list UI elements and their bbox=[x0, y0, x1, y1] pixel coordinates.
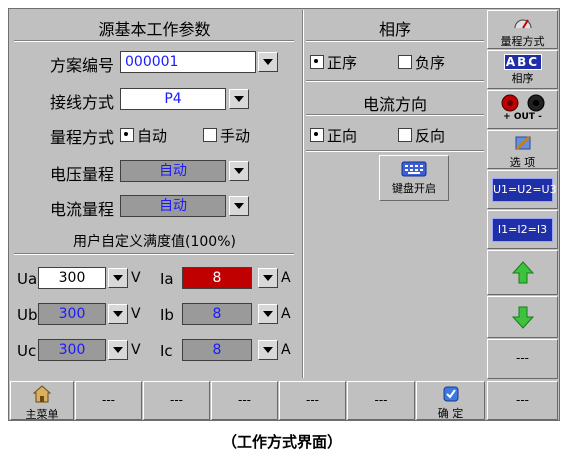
range-mode-label: 量程方式 bbox=[50, 128, 115, 147]
voltage-range-label: 电压量程 bbox=[50, 165, 115, 184]
u-equal-button[interactable]: U1=U2=U3 bbox=[487, 170, 558, 209]
ia-label: Ia bbox=[160, 270, 174, 288]
down-button[interactable] bbox=[487, 296, 558, 338]
gauge-icon bbox=[514, 19, 531, 29]
ua-unit: V bbox=[131, 270, 141, 286]
i-equal-button[interactable]: I1=I2=I3 bbox=[487, 210, 558, 249]
divider bbox=[306, 80, 484, 82]
main-menu-button[interactable]: 主菜单 bbox=[10, 381, 74, 421]
left-panel-title: 源基本工作参数 bbox=[98, 20, 211, 39]
ia-input[interactable]: 8 bbox=[182, 267, 252, 289]
divider bbox=[306, 40, 484, 42]
output-toggle-button[interactable]: + OUT - bbox=[487, 90, 558, 129]
sidebar-blank-button[interactable]: --- bbox=[487, 339, 558, 379]
voltage-range-select[interactable]: 自动 bbox=[120, 160, 226, 182]
ib-dropdown-button[interactable] bbox=[258, 304, 278, 324]
bottom-blank-button[interactable]: --- bbox=[347, 381, 415, 420]
arrow-up-icon bbox=[511, 261, 534, 284]
current-range-label: 电流量程 bbox=[50, 200, 115, 219]
uc-input[interactable]: 300 bbox=[38, 339, 106, 361]
scheme-dropdown-button[interactable] bbox=[258, 52, 278, 72]
uc-unit: V bbox=[131, 342, 141, 358]
caption: （工作方式界面） bbox=[221, 433, 342, 451]
phase-title: 相序 bbox=[378, 20, 411, 39]
tools-icon bbox=[515, 135, 530, 151]
radio-dot-icon bbox=[310, 55, 324, 69]
uc-label: Uc bbox=[17, 342, 37, 360]
fullscale-title: 用户自定义满度值(100%) bbox=[73, 234, 236, 250]
checkbox-icon bbox=[398, 128, 412, 142]
ua-dropdown-button[interactable] bbox=[108, 268, 128, 288]
ic-label: Ic bbox=[160, 342, 173, 360]
range-manual-radio[interactable]: 手动 bbox=[203, 125, 250, 146]
phase-sequence-button[interactable]: ABC 相序 bbox=[487, 50, 558, 89]
ub-input[interactable]: 300 bbox=[38, 303, 106, 325]
divider bbox=[306, 150, 484, 152]
ic-dropdown-button[interactable] bbox=[258, 340, 278, 360]
check-icon bbox=[443, 386, 458, 402]
output-terminals-icon bbox=[501, 94, 544, 112]
direction-forward-radio[interactable]: 正向 bbox=[310, 125, 357, 146]
direction-reverse-radio[interactable]: 反向 bbox=[398, 125, 445, 146]
radio-dot-icon bbox=[310, 128, 324, 142]
keyboard-icon bbox=[401, 161, 427, 177]
uc-dropdown-button[interactable] bbox=[108, 340, 128, 360]
phase-positive-radio[interactable]: 正序 bbox=[310, 52, 357, 73]
current-range-select[interactable]: 自动 bbox=[120, 195, 226, 217]
arrow-down-icon bbox=[511, 306, 534, 329]
wiring-label: 接线方式 bbox=[50, 93, 115, 112]
panel-divider bbox=[302, 10, 304, 378]
bottom-blank-button[interactable]: --- bbox=[279, 381, 346, 420]
ic-input[interactable]: 8 bbox=[182, 339, 252, 361]
scheme-label: 方案编号 bbox=[50, 56, 115, 75]
ub-dropdown-button[interactable] bbox=[108, 304, 128, 324]
wiring-dropdown-button[interactable] bbox=[229, 89, 249, 109]
divider bbox=[306, 114, 484, 116]
ib-label: Ib bbox=[160, 306, 174, 324]
range-auto-radio[interactable]: 自动 bbox=[120, 125, 167, 146]
phase-negative-radio[interactable]: 负序 bbox=[398, 52, 445, 73]
wiring-select[interactable]: P4 bbox=[120, 88, 226, 110]
current-range-dropdown-button[interactable] bbox=[229, 196, 249, 216]
range-mode-button[interactable]: 量程方式 bbox=[487, 10, 558, 49]
keyboard-toggle-button[interactable]: 键盘开启 bbox=[379, 155, 449, 201]
ia-dropdown-button[interactable] bbox=[258, 268, 278, 288]
ub-unit: V bbox=[131, 306, 141, 322]
divider bbox=[14, 40, 294, 42]
bottom-blank-button[interactable]: --- bbox=[211, 381, 278, 420]
sidebar-blank-button[interactable]: --- bbox=[487, 381, 558, 420]
abc-icon: ABC bbox=[503, 54, 542, 70]
ia-unit: A bbox=[281, 270, 291, 286]
scheme-input[interactable]: 000001 bbox=[120, 51, 256, 73]
bottom-blank-button[interactable]: --- bbox=[143, 381, 210, 420]
radio-dot-icon bbox=[120, 128, 134, 142]
options-button[interactable]: 选 项 bbox=[487, 130, 558, 169]
checkbox-icon bbox=[398, 55, 412, 69]
voltage-range-dropdown-button[interactable] bbox=[229, 161, 249, 181]
bottom-blank-button[interactable]: --- bbox=[75, 381, 142, 420]
checkbox-icon bbox=[203, 128, 217, 142]
direction-title: 电流方向 bbox=[362, 95, 427, 114]
ua-input[interactable]: 300 bbox=[38, 267, 106, 289]
home-icon bbox=[32, 385, 52, 403]
ua-label: Ua bbox=[17, 270, 38, 288]
confirm-button[interactable]: 确 定 bbox=[416, 381, 485, 420]
ib-unit: A bbox=[281, 306, 291, 322]
up-button[interactable] bbox=[487, 250, 558, 295]
divider bbox=[14, 253, 294, 255]
ic-unit: A bbox=[281, 342, 291, 358]
ib-input[interactable]: 8 bbox=[182, 303, 252, 325]
ub-label: Ub bbox=[17, 306, 38, 324]
